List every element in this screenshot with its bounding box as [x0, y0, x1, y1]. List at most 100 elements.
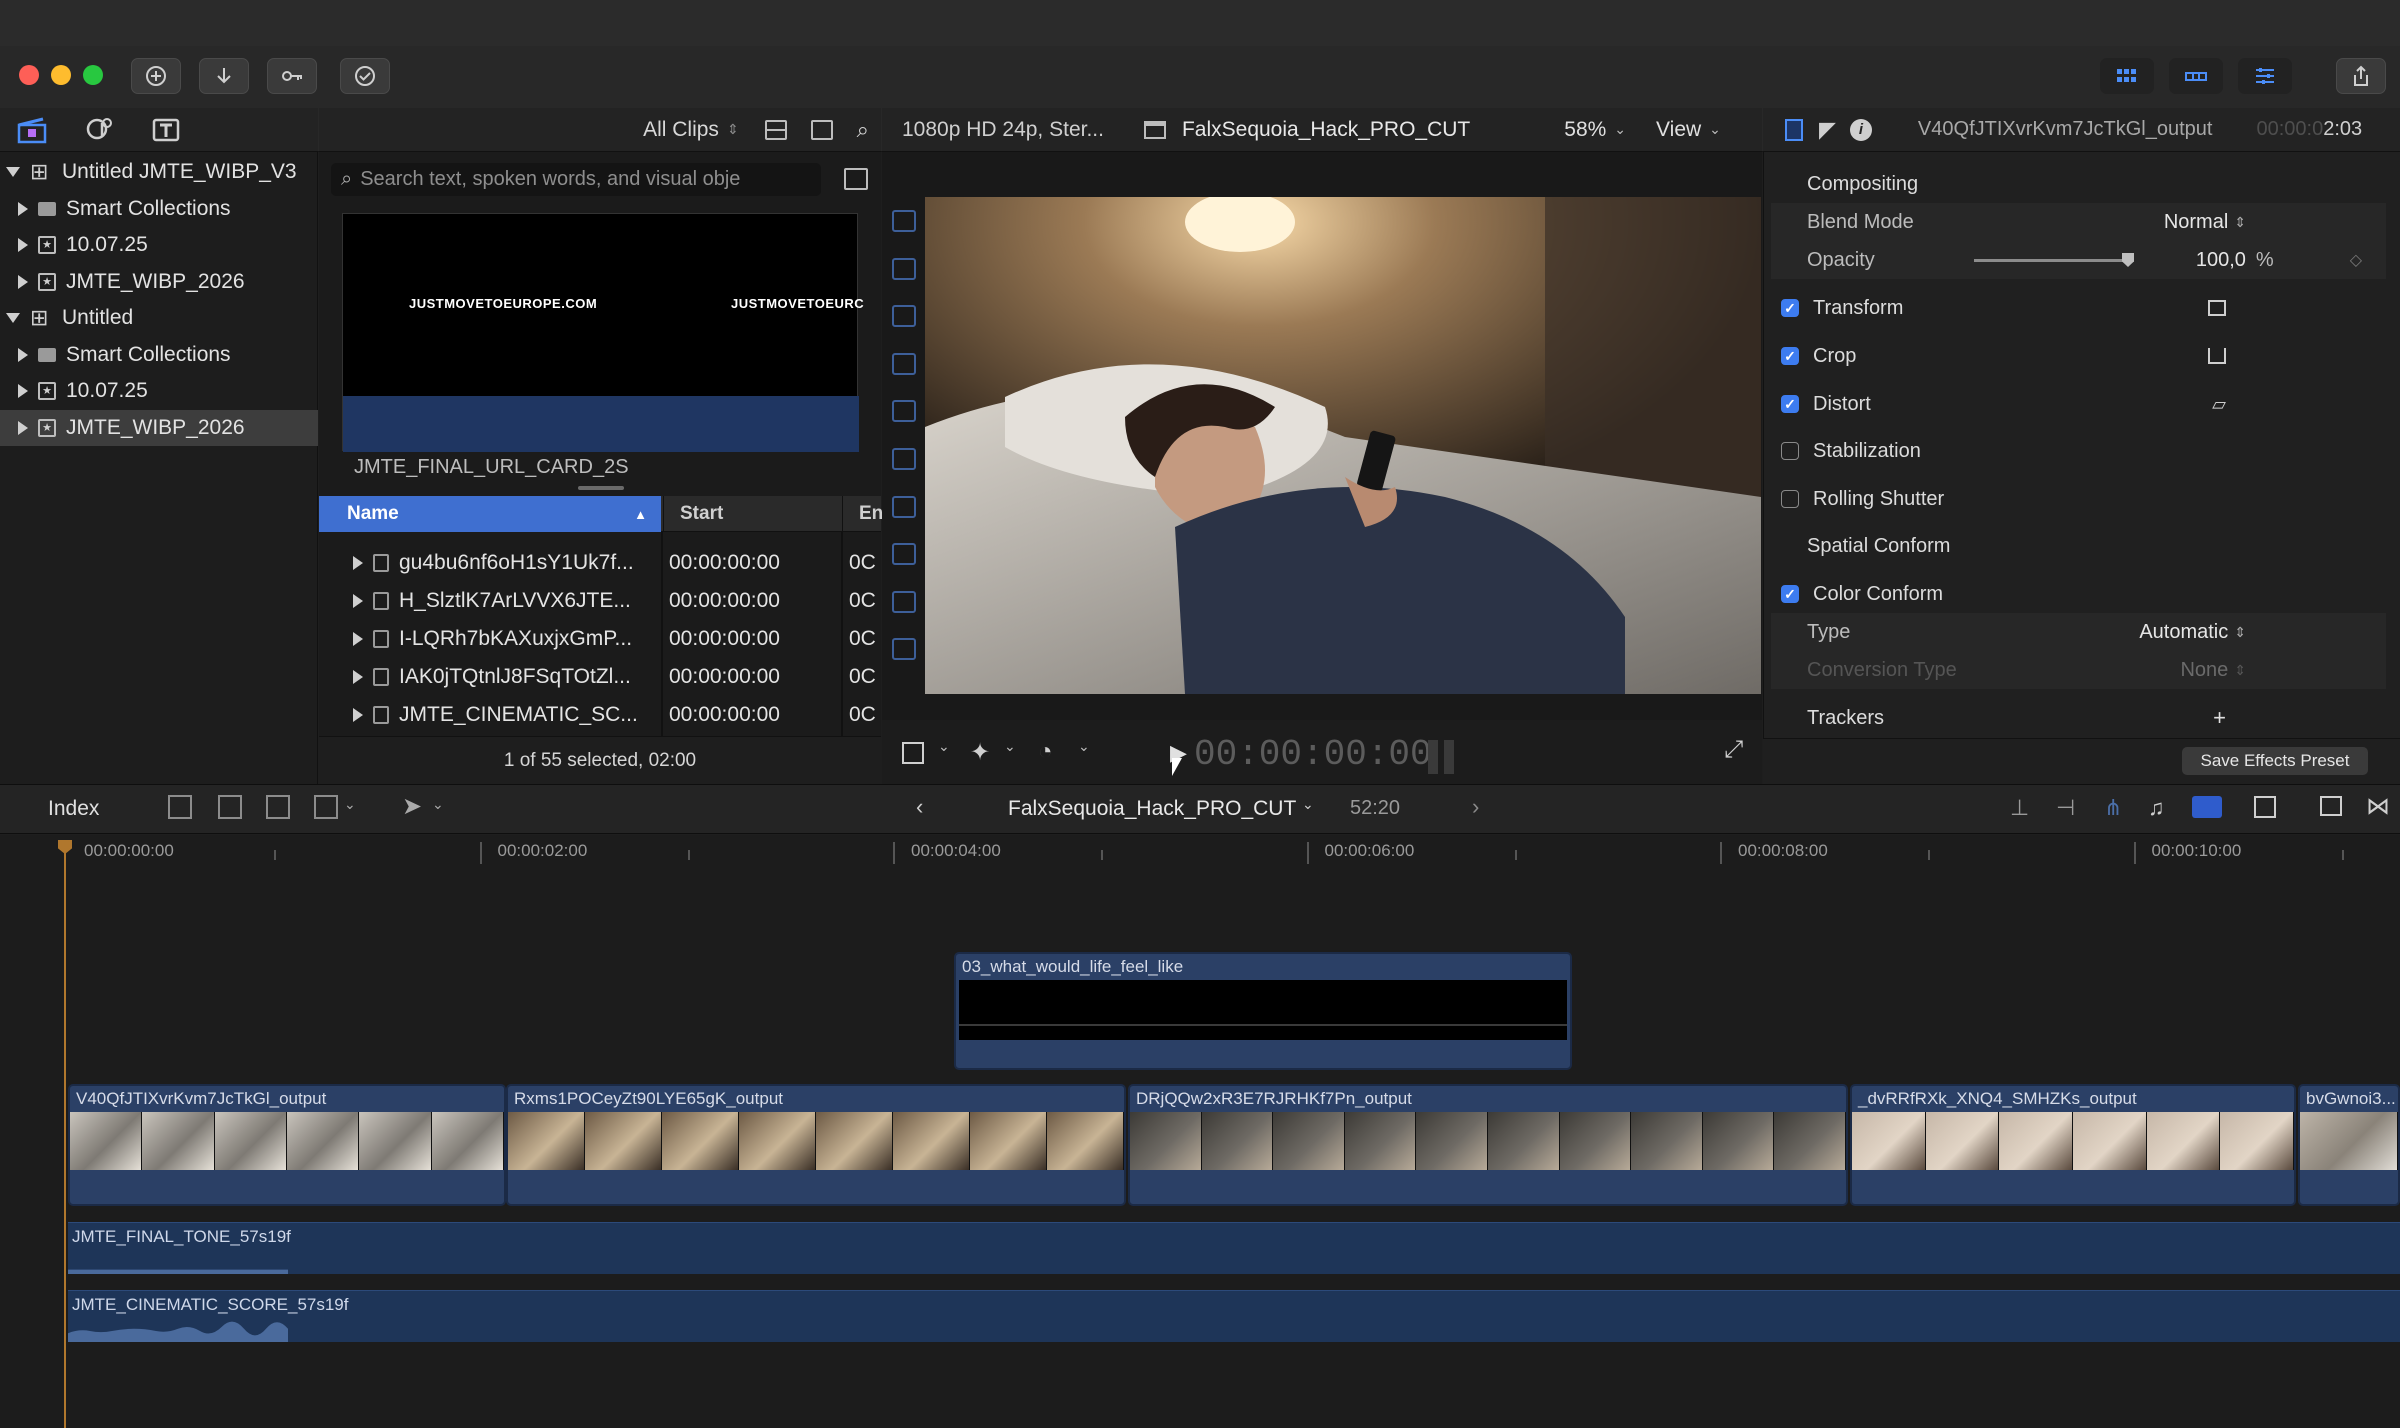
- project-chevron-icon[interactable]: ⌄: [1302, 796, 1314, 813]
- transitions-browser-icon[interactable]: ⋈: [2366, 792, 2390, 821]
- angle-selector-box[interactable]: [892, 210, 916, 232]
- sidebar-item[interactable]: ★ JMTE_WIBP_2026: [0, 264, 318, 300]
- opacity-value[interactable]: 100,0: [2196, 249, 2246, 272]
- download-button[interactable]: [199, 58, 249, 94]
- zoom-dropdown[interactable]: 58%: [1564, 118, 1606, 142]
- crop-checkbox[interactable]: ✓: [1781, 347, 1799, 365]
- fullscreen-icon[interactable]: ⤢: [1724, 736, 1743, 764]
- transform-onscreen-icon[interactable]: [2208, 300, 2226, 316]
- sidebar-item[interactable]: ⊞ Untitled: [0, 300, 318, 336]
- disclosure-right-icon[interactable]: [353, 670, 363, 684]
- angle-selector-box[interactable]: [892, 257, 916, 280]
- headphones-icon[interactable]: ♫: [2148, 795, 2165, 821]
- info-inspector-icon[interactable]: i: [1849, 118, 1872, 141]
- name-column-header[interactable]: Name ▲: [319, 496, 661, 532]
- audio-clip-tone[interactable]: JMTE_FINAL_TONE_57s19f: [68, 1222, 2400, 1274]
- disclosure-right-icon[interactable]: [353, 556, 363, 570]
- disclosure-right-icon[interactable]: [18, 420, 28, 435]
- background-tasks-button[interactable]: [340, 58, 390, 94]
- sidebar-item[interactable]: Smart Collections: [0, 337, 318, 373]
- chevron-updown-icon[interactable]: ⇕: [727, 121, 739, 138]
- show-browser-button[interactable]: [2100, 58, 2154, 94]
- title-clip[interactable]: 03_what_would_life_feel_like: [954, 952, 1572, 1070]
- select-arrow-icon[interactable]: ➤: [402, 792, 422, 821]
- color-conform-checkbox[interactable]: ✓: [1781, 585, 1799, 603]
- skimming-icon[interactable]: ⊥: [2010, 795, 2029, 821]
- keyframe-diamond-icon[interactable]: ◇: [2350, 250, 2362, 270]
- rolling-shutter-checkbox[interactable]: [1781, 490, 1799, 508]
- snapping-icon[interactable]: [2192, 796, 2222, 818]
- retime-speed-icon[interactable]: ◔: [1038, 738, 1053, 766]
- start-column-header[interactable]: Start: [663, 496, 841, 532]
- type-select[interactable]: Automatic: [2139, 621, 2228, 644]
- save-effects-preset-button[interactable]: Save Effects Preset: [2182, 747, 2368, 775]
- viewer-canvas[interactable]: [925, 197, 1761, 694]
- list-item[interactable]: H_SlztlK7ArLVVX6JTE... 00:00:00:00 0C: [319, 582, 881, 620]
- sidebar-item[interactable]: ★ JMTE_WIBP_2026: [0, 409, 318, 446]
- distort-checkbox[interactable]: ✓: [1781, 395, 1799, 413]
- angle-selector-box[interactable]: [892, 590, 916, 613]
- disclosure-right-icon[interactable]: [18, 201, 28, 216]
- list-item[interactable]: JMTE_CINEMATIC_SC... 00:00:00:00 0C: [319, 696, 881, 734]
- transform-checkbox[interactable]: ✓: [1781, 299, 1799, 317]
- opacity-slider-knob[interactable]: [2122, 253, 2134, 267]
- zoom-chevron-down-icon[interactable]: ⌄: [1614, 121, 1626, 138]
- connect-edit-icon[interactable]: [168, 795, 192, 819]
- solo-icon[interactable]: ⋔: [2104, 795, 2122, 821]
- search-icon[interactable]: ⌕: [857, 117, 869, 143]
- angle-selector-box[interactable]: [892, 495, 916, 518]
- video-clip[interactable]: _dvRRfRXk_XNQ4_SMHZKs_output: [1850, 1084, 2296, 1206]
- import-media-button[interactable]: [131, 58, 181, 94]
- overwrite-edit-icon[interactable]: [314, 795, 338, 819]
- audio-skimming-icon[interactable]: ⊣: [2056, 795, 2075, 821]
- add-tracker-plus-icon[interactable]: +: [2213, 705, 2226, 731]
- video-inspector-icon[interactable]: [1785, 118, 1803, 141]
- blend-mode-updown-icon[interactable]: ⇕: [2234, 214, 2246, 231]
- video-clip[interactable]: V40QfJTIXvrKvm7JcTkGl_output: [68, 1084, 506, 1206]
- zoom-window-icon[interactable]: [83, 65, 103, 85]
- angle-selector-box[interactable]: [892, 400, 916, 423]
- disclosure-down-icon[interactable]: [6, 313, 20, 323]
- timeline-ruler[interactable]: [0, 835, 2400, 871]
- list-item[interactable]: gu4bu6nf6oH1sY1Uk7f... 00:00:00:00 0C: [319, 544, 881, 582]
- all-clips-filter[interactable]: All Clips: [643, 118, 719, 142]
- crop-onscreen-icon[interactable]: [2208, 348, 2226, 364]
- close-window-icon[interactable]: [19, 65, 39, 85]
- back-chevron-icon[interactable]: ‹: [916, 794, 923, 820]
- index-button[interactable]: Index: [48, 797, 99, 821]
- show-timeline-button[interactable]: [2169, 58, 2223, 94]
- angle-selector-box[interactable]: [892, 352, 916, 375]
- append-edit-icon[interactable]: [266, 795, 290, 819]
- disclosure-right-icon[interactable]: [18, 347, 28, 362]
- preview-scrubber[interactable]: [578, 486, 624, 490]
- type-updown-icon[interactable]: ⇕: [2234, 624, 2246, 641]
- disclosure-right-icon[interactable]: [18, 384, 28, 398]
- blend-mode-select[interactable]: Normal: [2164, 211, 2228, 234]
- sidebar-item[interactable]: ★ 10.07.25: [0, 227, 318, 263]
- audio-clip-score[interactable]: JMTE_CINEMATIC_SCORE_57s19f: [68, 1290, 2400, 1342]
- disclosure-right-icon[interactable]: [353, 594, 363, 608]
- list-item[interactable]: IAK0jTQtnlJ8FSqTOtZl... 00:00:00:00 0C: [319, 658, 881, 696]
- opacity-slider-track[interactable]: [1974, 253, 2134, 267]
- disclosure-right-icon[interactable]: [353, 632, 363, 646]
- stabilization-checkbox[interactable]: [1781, 442, 1799, 460]
- tool-chevron-icon[interactable]: ⌄: [432, 796, 444, 813]
- libraries-clapper-icon[interactable]: [16, 115, 48, 145]
- retime-chevron-icon[interactable]: ⌄: [1078, 738, 1090, 755]
- search-field[interactable]: ⌕ Search text, spoken words, and visual …: [331, 163, 821, 196]
- view-menu[interactable]: View: [1656, 118, 1701, 142]
- timecode-display[interactable]: 00:00:00:00: [1194, 734, 1432, 775]
- filmstrip-view-icon[interactable]: [810, 119, 833, 140]
- angle-selector-box[interactable]: [892, 638, 916, 661]
- video-clip[interactable]: Rxms1POCeyZt90LYE65gK_output: [506, 1084, 1126, 1206]
- disclosure-right-icon[interactable]: [18, 274, 28, 289]
- edit-chevron-icon[interactable]: ⌄: [344, 796, 356, 813]
- insert-edit-icon[interactable]: [218, 795, 242, 819]
- transform-tool-icon[interactable]: [902, 742, 924, 764]
- enhance-chevron-icon[interactable]: ⌄: [1004, 738, 1016, 755]
- filmstrip-toggle-icon[interactable]: [844, 168, 868, 190]
- sidebar-item[interactable]: ⊞ Untitled JMTE_WIBP_V3: [0, 154, 318, 190]
- filter-inspector-icon[interactable]: ◤: [1819, 117, 1836, 143]
- show-inspector-button[interactable]: [2238, 58, 2292, 94]
- sidebar-item[interactable]: ★ 10.07.25: [0, 373, 318, 409]
